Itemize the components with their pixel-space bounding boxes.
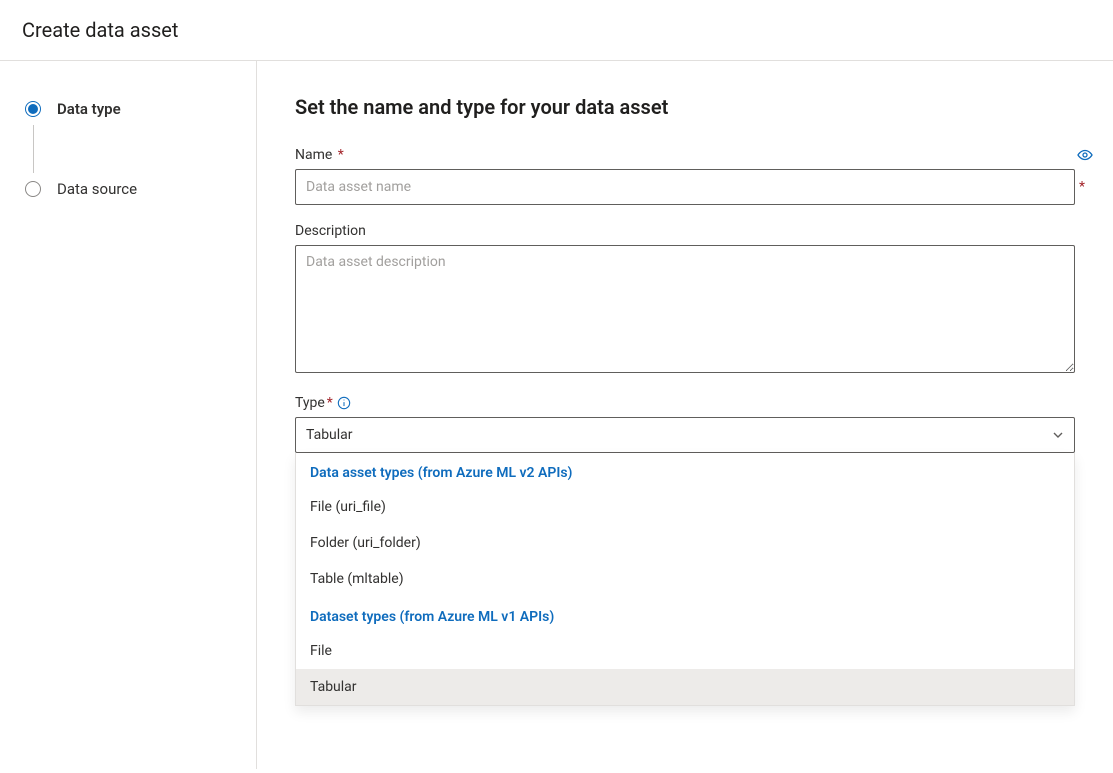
type-select[interactable]: Tabular — [295, 417, 1075, 453]
label-row: Description — [295, 223, 1093, 239]
name-label: Name — [295, 147, 332, 163]
step-connector — [33, 125, 34, 173]
type-select-value: Tabular — [306, 427, 353, 443]
dropdown-option-uri-folder[interactable]: Folder (uri_folder) — [296, 525, 1074, 561]
step-label: Data type — [57, 100, 121, 118]
description-field-group: Description — [295, 223, 1093, 377]
sidebar: Data type Data source — [0, 61, 257, 769]
visibility-eye-icon[interactable] — [1077, 147, 1093, 163]
type-dropdown: Data asset types (from Azure ML v2 APIs)… — [295, 453, 1075, 706]
page-title: Create data asset — [22, 18, 178, 42]
body: Data type Data source Set the name and t… — [0, 61, 1113, 769]
name-label-wrap: Name * — [295, 147, 344, 163]
step-label: Data source — [57, 180, 137, 198]
required-marker-after: * — [1079, 169, 1085, 205]
type-label: Type — [295, 395, 325, 411]
chevron-down-icon — [1052, 429, 1064, 441]
required-marker: * — [327, 395, 333, 411]
dropdown-group-header: Dataset types (from Azure ML v1 APIs) — [296, 597, 1074, 633]
main-panel: Set the name and type for your data asse… — [257, 61, 1113, 769]
page-header: Create data asset — [0, 0, 1113, 61]
required-marker: * — [338, 147, 344, 163]
dropdown-option-uri-file[interactable]: File (uri_file) — [296, 489, 1074, 525]
dropdown-option-tabular[interactable]: Tabular — [296, 669, 1074, 705]
description-textarea[interactable] — [295, 245, 1075, 373]
dropdown-option-file[interactable]: File — [296, 633, 1074, 669]
dropdown-option-mltable[interactable]: Table (mltable) — [296, 561, 1074, 597]
step-data-source[interactable]: Data source — [25, 177, 256, 201]
type-field-group: Type * Tabular — [295, 395, 1093, 453]
name-field-group: Name * * — [295, 147, 1093, 205]
radio-icon — [25, 101, 41, 117]
type-select-wrap: Tabular Data asset types (from Azure ML … — [295, 417, 1075, 453]
step-data-type[interactable]: Data type — [25, 97, 256, 121]
name-input-wrap: * — [295, 169, 1093, 205]
name-input[interactable] — [295, 169, 1075, 205]
label-row: Type * — [295, 395, 1093, 411]
label-row: Name * — [295, 147, 1093, 163]
description-label: Description — [295, 223, 366, 239]
section-title: Set the name and type for your data asse… — [295, 95, 1093, 119]
radio-icon — [25, 181, 41, 197]
info-icon[interactable] — [337, 396, 351, 410]
dropdown-group-header: Data asset types (from Azure ML v2 APIs) — [296, 453, 1074, 489]
